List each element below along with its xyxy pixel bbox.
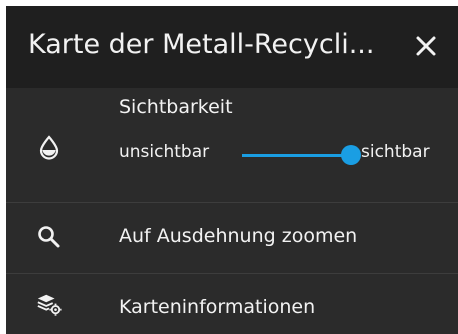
visibility-min-label: unsichtbar [119, 142, 210, 162]
panel-title: Karte der Metall-Recycli... [28, 29, 375, 60]
layers-settings-icon [37, 294, 62, 316]
close-button[interactable] [412, 32, 442, 62]
zoom-to-extent-item[interactable]: Auf Ausdehnung zoomen [6, 203, 458, 273]
opacity-slider[interactable] [242, 144, 361, 168]
zoom-to-extent-label: Auf Ausdehnung zoomen [119, 225, 358, 247]
panel-header: Karte der Metall-Recycli... [6, 6, 458, 88]
visibility-title: Sichtbarkeit [119, 96, 233, 118]
visibility-max-label: sichtbar [361, 142, 430, 162]
layer-options-panel: Karte der Metall-Recycli... Sichtbarkeit… [6, 6, 458, 334]
close-icon [416, 36, 436, 56]
opacity-drop-icon [39, 135, 59, 160]
search-icon [38, 226, 60, 248]
slider-thumb[interactable] [340, 145, 361, 165]
map-info-label: Karteninformationen [119, 296, 316, 318]
map-info-item[interactable]: Karteninformationen [6, 274, 458, 334]
slider-fill [242, 154, 351, 157]
